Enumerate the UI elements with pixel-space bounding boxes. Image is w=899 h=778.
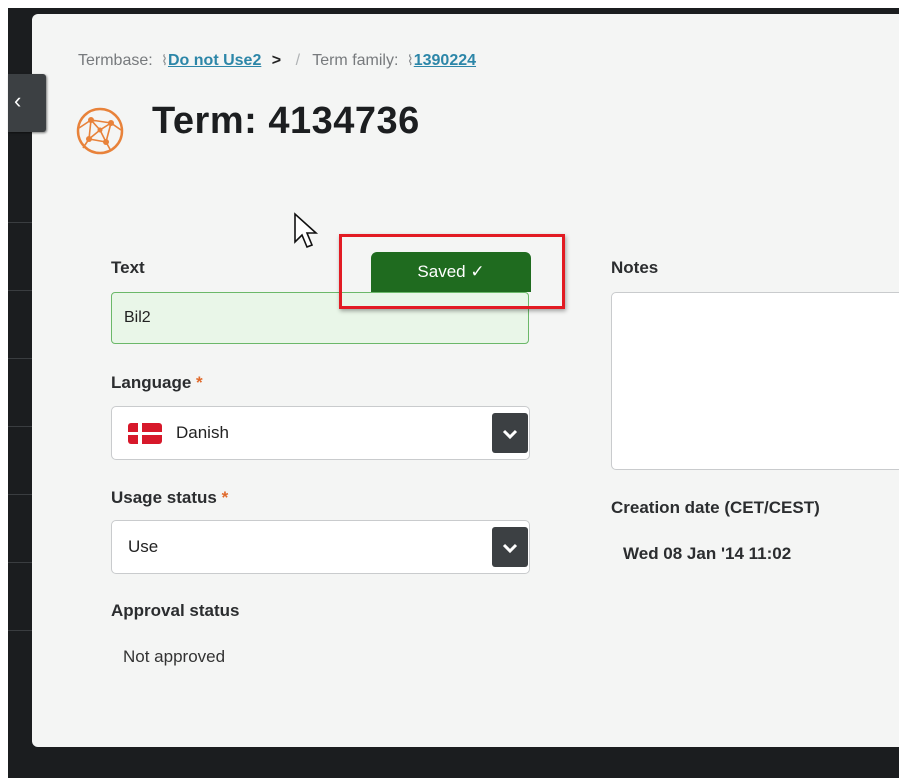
creation-date-label: Creation date (CET/CEST) — [611, 498, 820, 517]
notes-textarea[interactable] — [611, 292, 899, 470]
required-mark: * — [196, 373, 203, 392]
sidebar-divider — [8, 494, 32, 495]
mouse-cursor-icon — [294, 212, 319, 249]
chevron-down-icon[interactable] — [492, 527, 528, 567]
language-label-text: Language — [111, 373, 192, 392]
notes-label: Notes — [611, 258, 659, 277]
creation-date-value: Wed 08 Jan '14 11:02 — [623, 544, 792, 563]
language-label: Language * — [111, 373, 203, 393]
danish-flag-icon — [128, 423, 162, 444]
annotation-highlight-box — [339, 234, 565, 309]
term-family-label: Term family: — [312, 52, 399, 69]
sidebar-divider — [8, 222, 32, 223]
sidebar-divider — [8, 290, 32, 291]
approval-status-value: Not approved — [123, 647, 226, 666]
termbase-link[interactable]: Do not Use2 — [168, 52, 261, 69]
chevron-left-icon: ‹ — [14, 88, 22, 113]
link-icon: ⌇ — [406, 52, 414, 68]
page-title: Term: 4134736 — [152, 100, 420, 142]
sidebar-divider — [8, 562, 32, 563]
chevron-down-icon[interactable] — [492, 413, 528, 453]
usage-status-label-text: Usage status — [111, 488, 217, 507]
breadcrumb-arrow: > — [271, 52, 282, 69]
usage-status-label: Usage status * — [111, 488, 228, 508]
sidebar-divider — [8, 630, 32, 631]
language-select[interactable]: Danish — [111, 406, 530, 460]
sidebar-divider — [8, 426, 32, 427]
sidebar-divider — [8, 358, 32, 359]
breadcrumb-separator: / — [295, 52, 301, 69]
term-family-link[interactable]: 1390224 — [414, 52, 476, 69]
approval-status-label: Approval status — [111, 601, 240, 620]
breadcrumb: Termbase: ⌇Do not Use2 > / Term family: … — [78, 52, 476, 70]
text-label: Text — [111, 258, 145, 277]
link-icon: ⌇ — [161, 52, 168, 68]
globe-network-icon — [76, 107, 124, 155]
collapse-sidebar-button[interactable]: ‹ — [8, 74, 46, 132]
required-mark: * — [221, 488, 229, 507]
language-value: Danish — [176, 423, 229, 442]
termbase-label: Termbase: — [78, 52, 153, 69]
usage-status-value: Use — [128, 537, 159, 556]
usage-status-select[interactable]: Use — [111, 520, 530, 574]
